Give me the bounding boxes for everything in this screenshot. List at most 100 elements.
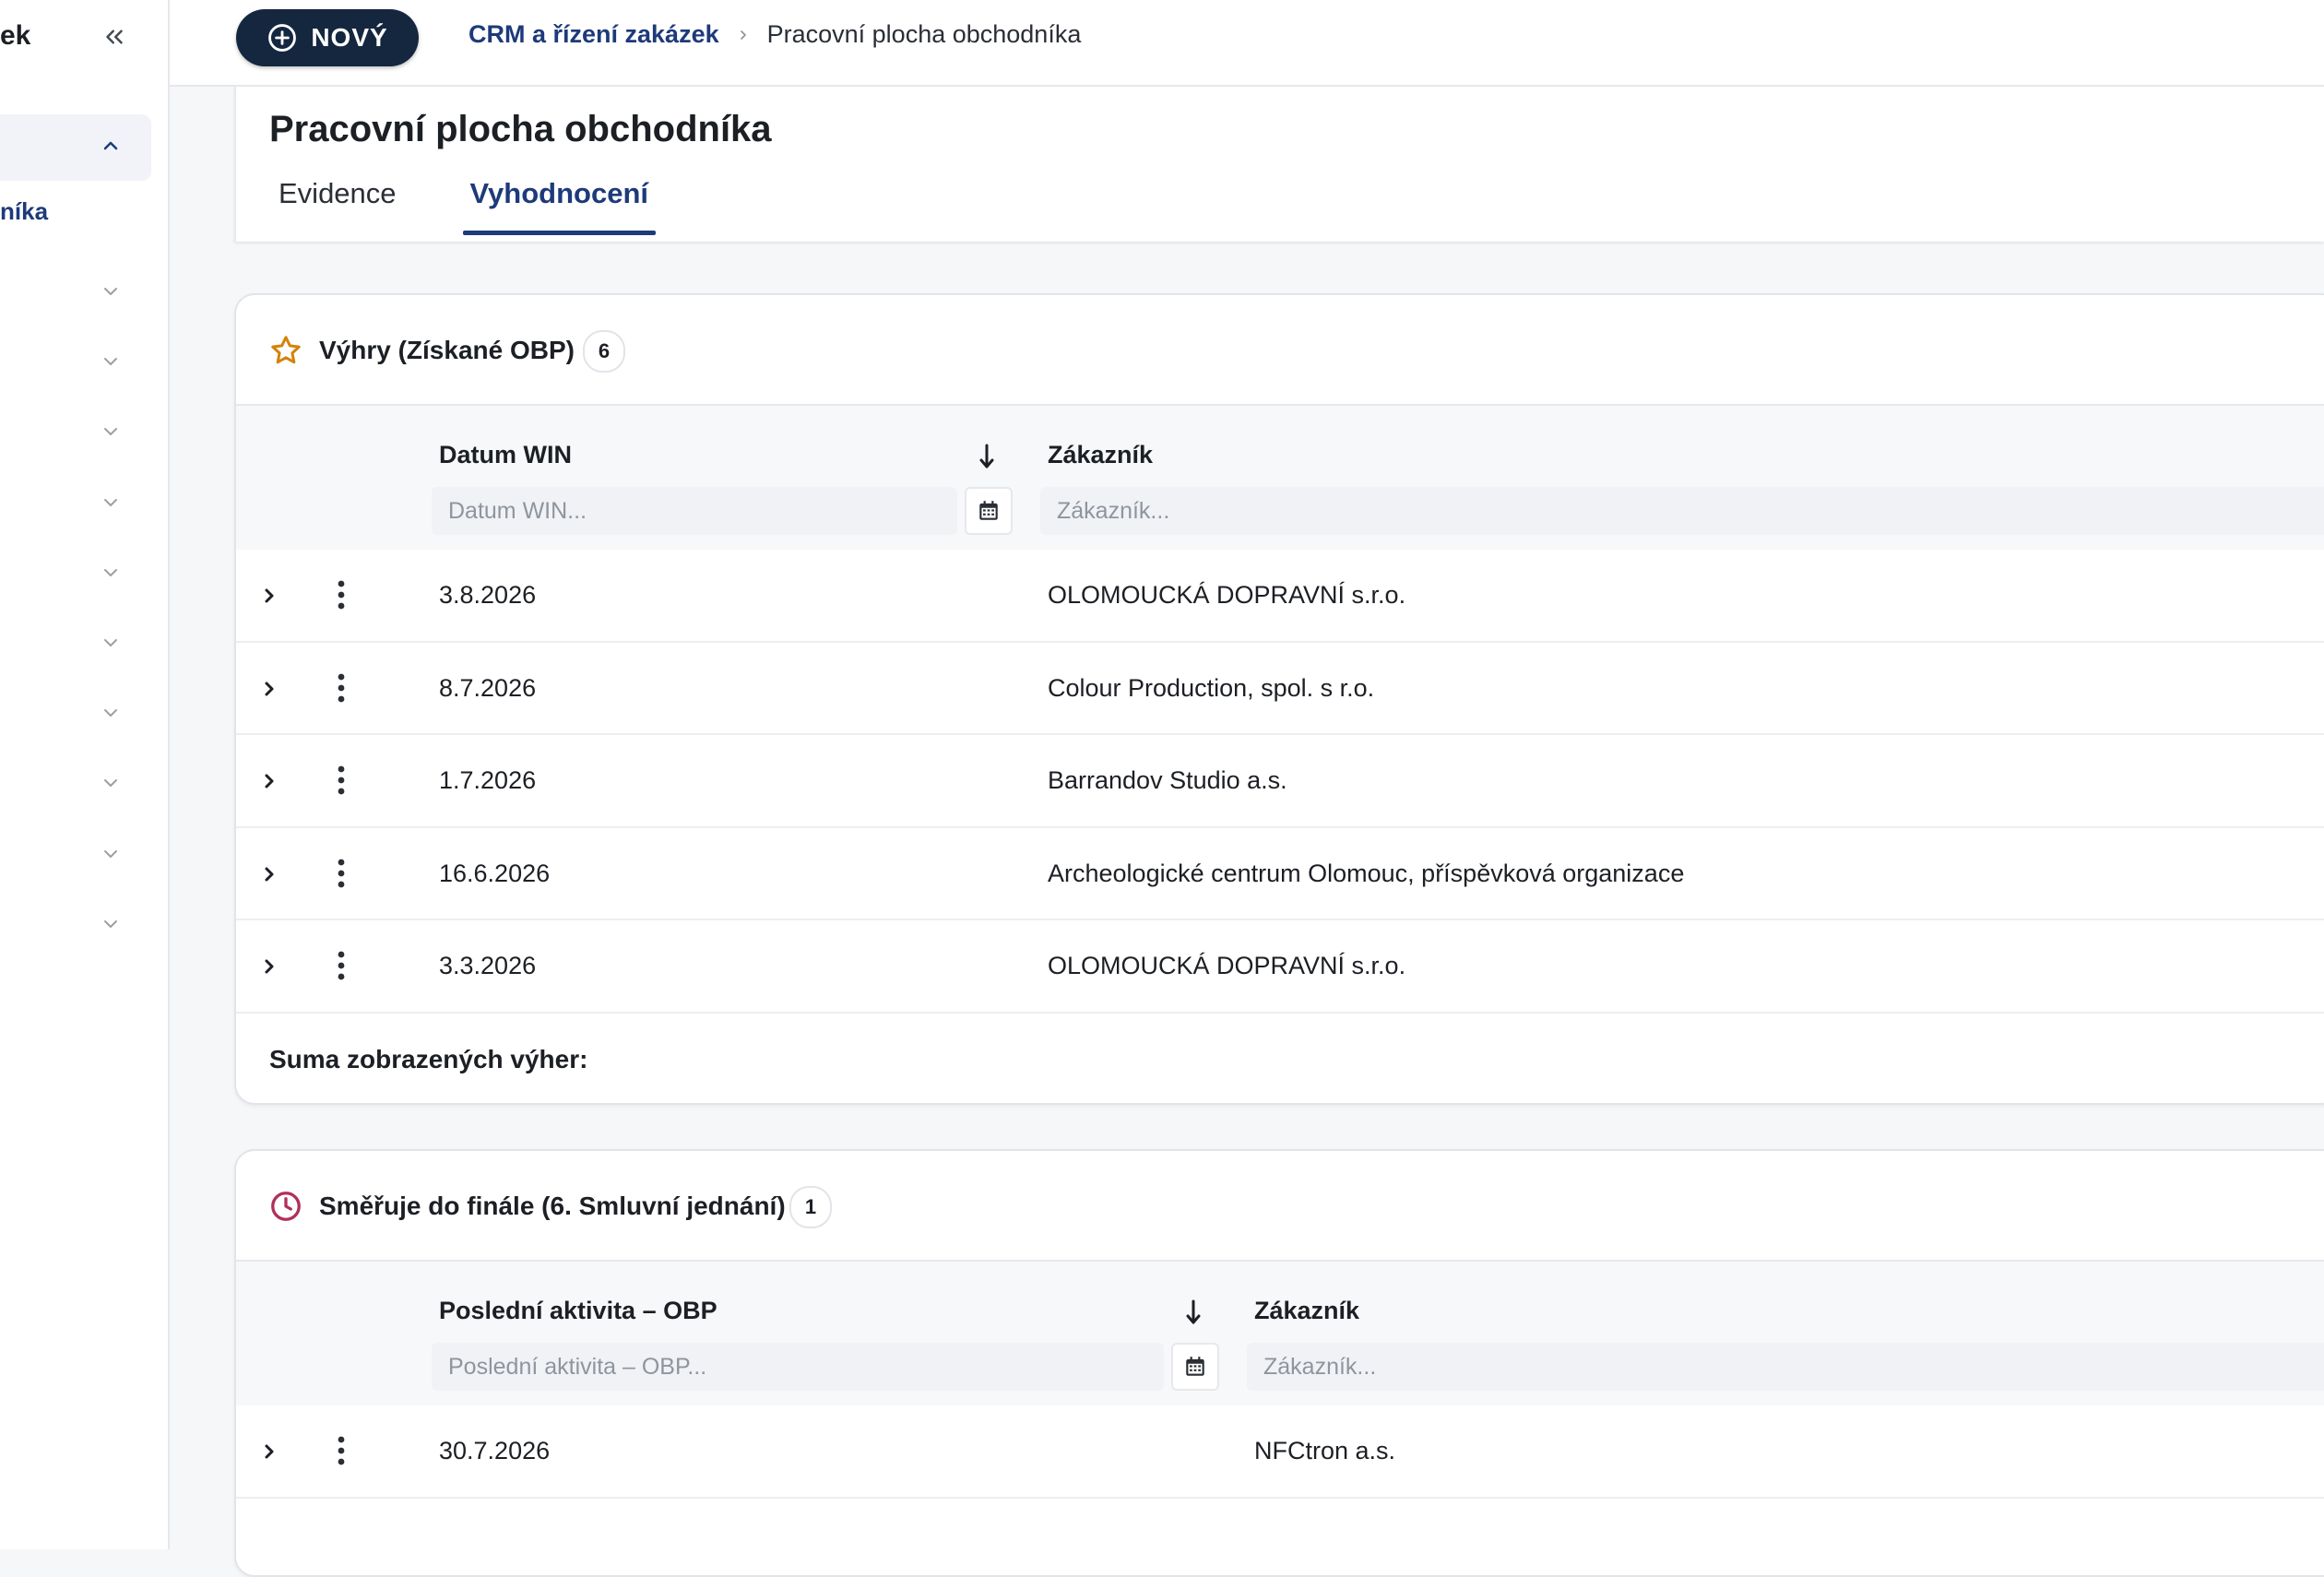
calendar-picker-button[interactable] bbox=[1171, 1343, 1219, 1391]
column-header-posledni-aktivita[interactable]: Poslední aktivita – OBP bbox=[439, 1297, 717, 1325]
table-row[interactable]: 3.3.2026 OLOMOUCKÁ DOPRAVNÍ s.r.o. bbox=[236, 920, 2324, 1014]
wins-count-badge: 6 bbox=[583, 330, 625, 373]
column-header-zakaznik[interactable]: Zákazník bbox=[1254, 1297, 1359, 1325]
app-brand: ek bbox=[0, 20, 31, 51]
arrow-down-icon[interactable] bbox=[1184, 1297, 1203, 1328]
sidebar-group-expanded[interactable] bbox=[0, 114, 151, 181]
chevron-down-icon bbox=[104, 849, 117, 858]
filter-posledni-aktivita-input[interactable] bbox=[432, 1343, 1164, 1391]
table-row[interactable]: 8.7.2026 Colour Production, spol. s r.o. bbox=[236, 642, 2324, 736]
final-table-header: Poslední aktivita – OBP Zákazník bbox=[236, 1262, 2324, 1405]
final-card: Směřuje do finále (6. Smluvní jednání) 1… bbox=[234, 1149, 2324, 1577]
new-record-button[interactable]: NOVÝ bbox=[236, 9, 419, 66]
chevron-down-icon bbox=[104, 919, 117, 928]
filter-zakaznik-input[interactable] bbox=[1040, 487, 2324, 535]
expand-row-button[interactable] bbox=[251, 763, 288, 800]
kebab-menu-icon bbox=[338, 580, 345, 610]
kebab-menu-icon bbox=[338, 765, 345, 795]
calendar-picker-button[interactable] bbox=[965, 487, 1013, 535]
wins-card-header: Výhry (Získané OBP) 6 bbox=[236, 295, 2324, 406]
expand-row-button[interactable] bbox=[251, 670, 288, 707]
chevron-right-icon bbox=[265, 682, 274, 696]
chevron-down-icon bbox=[104, 288, 117, 295]
breadcrumb: CRM a řízení zakázek Pracovní plocha obc… bbox=[468, 20, 1081, 49]
chevron-right-icon bbox=[265, 588, 274, 603]
collapse-sidebar-button[interactable] bbox=[96, 18, 133, 55]
row-actions-button[interactable] bbox=[323, 759, 360, 801]
sidebar: ek níka bbox=[0, 0, 170, 1549]
row-actions-button[interactable] bbox=[323, 1429, 360, 1472]
arrow-down-icon[interactable] bbox=[978, 441, 996, 472]
table-row[interactable]: 3.8.2026 OLOMOUCKÁ DOPRAVNÍ s.r.o. bbox=[236, 550, 2324, 643]
sidebar-group[interactable] bbox=[0, 466, 168, 536]
column-header-zakaznik[interactable]: Zákazník bbox=[1048, 441, 1153, 469]
sidebar-item-active[interactable]: níka bbox=[0, 197, 48, 226]
sidebar-group[interactable] bbox=[0, 676, 168, 746]
sidebar-group[interactable] bbox=[0, 887, 168, 957]
kebab-menu-icon bbox=[338, 1436, 345, 1465]
cell-datum-win: 8.7.2026 bbox=[439, 673, 537, 702]
row-actions-button[interactable] bbox=[323, 852, 360, 895]
sidebar-group[interactable] bbox=[0, 395, 168, 465]
sidebar-group[interactable] bbox=[0, 606, 168, 676]
row-actions-button[interactable] bbox=[323, 574, 360, 616]
kebab-menu-icon bbox=[338, 951, 345, 980]
final-count-badge: 1 bbox=[789, 1186, 832, 1228]
wins-card: Výhry (Získané OBP) 6 Datum WIN Zákazník… bbox=[234, 293, 2324, 1105]
expand-row-button[interactable] bbox=[251, 1433, 288, 1470]
sidebar-group[interactable] bbox=[0, 817, 168, 887]
cell-posledni-aktivita: 30.7.2026 bbox=[439, 1437, 551, 1464]
wins-sum-label: Suma zobrazených výher: bbox=[269, 1044, 588, 1073]
cell-zakaznik: Barrandov Studio a.s. bbox=[1048, 766, 1287, 795]
chevron-down-icon bbox=[104, 358, 117, 366]
breadcrumb-separator-icon bbox=[736, 28, 751, 42]
expand-row-button[interactable] bbox=[251, 948, 288, 985]
table-row[interactable]: 16.6.2026 Archeologické centrum Olomouc,… bbox=[236, 827, 2324, 921]
page-header: Pracovní plocha obchodníka Evidence Vyho… bbox=[234, 87, 2324, 242]
table-row[interactable]: 30.7.2026 NFCtron a.s. bbox=[236, 1405, 2324, 1499]
tab-vyhodnoceni[interactable]: Vyhodnocení bbox=[462, 177, 657, 238]
expand-row-button[interactable] bbox=[251, 856, 288, 893]
chevron-right-icon bbox=[265, 774, 274, 788]
filter-datum-win-input[interactable] bbox=[432, 487, 957, 535]
cell-datum-win: 1.7.2026 bbox=[439, 766, 537, 795]
final-card-title: Směřuje do finále (6. Smluvní jednání) bbox=[319, 1192, 786, 1220]
plus-circle-icon bbox=[268, 24, 297, 52]
expand-row-button[interactable] bbox=[251, 577, 288, 614]
cell-zakaznik: Colour Production, spol. s r.o. bbox=[1048, 673, 1375, 702]
column-header-datum-win[interactable]: Datum WIN bbox=[439, 441, 572, 469]
calendar-icon bbox=[979, 501, 998, 520]
wins-card-title: Výhry (Získané OBP) bbox=[319, 336, 575, 364]
new-button-label: NOVÝ bbox=[311, 23, 388, 52]
cell-zakaznik: OLOMOUCKÁ DOPRAVNÍ s.r.o. bbox=[1048, 952, 1406, 980]
sidebar-group[interactable] bbox=[0, 325, 168, 395]
kebab-menu-icon bbox=[338, 859, 345, 888]
wins-table-header: Datum WIN Zákazník bbox=[236, 406, 2324, 550]
sidebar-group[interactable] bbox=[0, 255, 168, 325]
sidebar-groups bbox=[0, 255, 168, 957]
cell-datum-win: 3.3.2026 bbox=[439, 952, 537, 980]
row-actions-button[interactable] bbox=[323, 667, 360, 709]
chevron-right-icon bbox=[265, 867, 274, 882]
filter-zakaznik-input[interactable] bbox=[1247, 1343, 2324, 1391]
sidebar-group[interactable] bbox=[0, 746, 168, 816]
cell-zakaznik: NFCtron a.s. bbox=[1254, 1437, 1396, 1464]
breadcrumb-parent-link[interactable]: CRM a řízení zakázek bbox=[468, 20, 719, 49]
chevron-down-icon bbox=[104, 428, 117, 436]
chevron-down-icon bbox=[104, 568, 117, 576]
chevron-down-icon bbox=[104, 498, 117, 506]
row-actions-button[interactable] bbox=[323, 944, 360, 987]
chevron-right-icon bbox=[265, 1444, 274, 1459]
cell-zakaznik: OLOMOUCKÁ DOPRAVNÍ s.r.o. bbox=[1048, 581, 1406, 609]
chevrons-left-icon bbox=[106, 30, 123, 44]
star-icon bbox=[271, 336, 301, 364]
table-row[interactable]: 1.7.2026 Barrandov Studio a.s. bbox=[236, 735, 2324, 828]
kebab-menu-icon bbox=[338, 673, 345, 702]
page-title: Pracovní plocha obchodníka bbox=[269, 109, 772, 149]
chevron-up-icon bbox=[103, 141, 118, 150]
final-card-header: Směřuje do finále (6. Smluvní jednání) 1 bbox=[236, 1151, 2324, 1262]
top-bar: NOVÝ CRM a řízení zakázek Pracovní ploch… bbox=[170, 0, 2324, 87]
tab-evidence[interactable]: Evidence bbox=[271, 177, 404, 238]
sidebar-group[interactable] bbox=[0, 536, 168, 606]
chevron-right-icon bbox=[265, 959, 274, 974]
